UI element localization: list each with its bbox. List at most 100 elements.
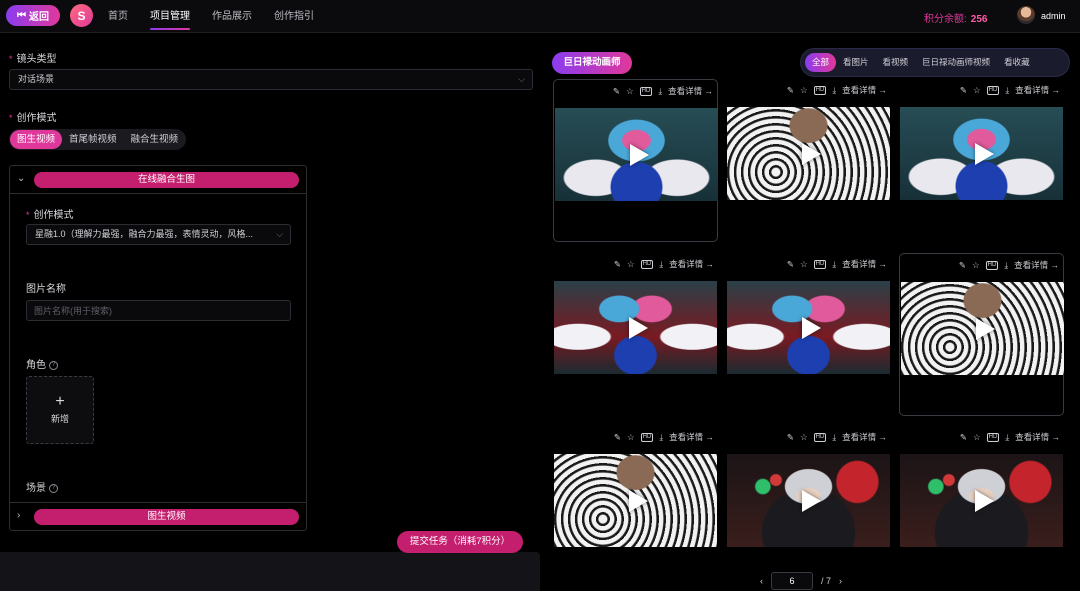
download-icon[interactable]: ⤓	[832, 432, 836, 443]
view-detail-link[interactable]: 查看详情 →	[668, 85, 713, 97]
nav-item[interactable]: 项目管理	[150, 0, 190, 33]
add-role-button[interactable]: + 新增	[26, 376, 94, 444]
video-thumbnail[interactable]	[900, 107, 1063, 200]
nav-item[interactable]: 创作指引	[274, 0, 314, 33]
help-icon[interactable]: ?	[49, 483, 58, 493]
image-name-input[interactable]	[26, 300, 291, 321]
filter-tab[interactable]: 巨日禄动画师视频	[915, 53, 997, 72]
play-icon[interactable]	[628, 489, 648, 512]
video-thumbnail[interactable]	[900, 454, 1063, 547]
mode-tab[interactable]: 首尾帧视频	[62, 130, 124, 149]
image-to-video-button[interactable]: 图生视频	[34, 509, 299, 525]
play-icon[interactable]	[975, 317, 995, 340]
view-detail-link[interactable]: 查看详情 →	[842, 84, 887, 96]
view-detail-link[interactable]: 查看详情 →	[1014, 259, 1059, 271]
view-detail-link[interactable]: 查看详情 →	[842, 431, 887, 443]
collapse-chevron-icon[interactable]: ⌄	[17, 173, 25, 184]
download-icon[interactable]: ⤓	[659, 432, 663, 443]
gallery-card[interactable]: ✎ ☆ HD ⤓ 查看详情 →	[899, 79, 1064, 242]
star-icon[interactable]: ☆	[627, 432, 635, 443]
edit-icon[interactable]: ✎	[787, 259, 794, 270]
video-thumbnail[interactable]	[554, 281, 717, 374]
edit-icon[interactable]: ✎	[787, 432, 794, 443]
star-icon[interactable]: ☆	[800, 85, 808, 96]
download-icon[interactable]: ⤓	[1004, 260, 1008, 271]
star-icon[interactable]: ☆	[800, 432, 808, 443]
view-detail-link[interactable]: 查看详情 →	[842, 258, 887, 270]
hd-icon[interactable]: HD	[813, 259, 827, 269]
username[interactable]: admin	[1041, 11, 1066, 21]
filter-tab[interactable]: 看图片	[836, 53, 876, 72]
nav-item[interactable]: 首页	[108, 0, 128, 33]
filter-tab[interactable]: 全部	[805, 53, 837, 72]
nav-item[interactable]: 作品展示	[212, 0, 252, 33]
view-detail-link[interactable]: 查看详情 →	[1015, 84, 1060, 96]
hd-icon[interactable]: HD	[986, 432, 1000, 442]
hd-icon[interactable]: HD	[640, 259, 654, 269]
hd-icon[interactable]: HD	[986, 85, 1000, 95]
edit-icon[interactable]: ✎	[959, 260, 966, 271]
download-icon[interactable]: ⤓	[1005, 432, 1009, 443]
avatar[interactable]	[1017, 6, 1035, 24]
view-detail-link[interactable]: 查看详情 →	[669, 431, 714, 443]
next-page-icon[interactable]: ›	[839, 576, 842, 586]
play-icon[interactable]	[801, 142, 821, 165]
page-input[interactable]	[771, 572, 813, 590]
edit-icon[interactable]: ✎	[614, 432, 621, 443]
view-detail-link[interactable]: 查看详情 →	[669, 258, 714, 270]
play-icon[interactable]	[974, 489, 994, 512]
mode-tab[interactable]: 融合生视频	[124, 130, 186, 149]
gallery-card[interactable]: ✎ ☆ HD ⤓ 查看详情 →	[553, 253, 718, 416]
video-thumbnail[interactable]	[901, 282, 1064, 375]
online-fusion-button[interactable]: 在线融合生图	[34, 172, 299, 188]
download-icon[interactable]: ⤓	[832, 85, 836, 96]
shot-type-select[interactable]: 对话场景 ⌵	[9, 69, 533, 90]
hd-icon[interactable]: HD	[813, 432, 827, 442]
star-icon[interactable]: ☆	[626, 86, 634, 97]
hd-icon[interactable]: HD	[639, 86, 653, 96]
submit-task-button[interactable]: 提交任务（消耗7积分）	[397, 531, 523, 553]
edit-icon[interactable]: ✎	[613, 86, 620, 97]
mode-tab[interactable]: 图生视频	[10, 130, 63, 149]
star-icon[interactable]: ☆	[627, 259, 635, 270]
hd-icon[interactable]: HD	[985, 260, 999, 270]
play-icon[interactable]	[628, 316, 648, 339]
video-thumbnail[interactable]	[727, 107, 890, 200]
filter-tab[interactable]: 看收藏	[997, 53, 1037, 72]
play-icon[interactable]	[801, 316, 821, 339]
inner-mode-select[interactable]: 星融1.0（理解力最强，融合力最强，表情灵动，风格... ⌵	[26, 224, 291, 245]
video-thumbnail[interactable]	[555, 108, 718, 201]
hd-icon[interactable]: HD	[813, 85, 827, 95]
gallery-card[interactable]: ✎ ☆ HD ⤓ 查看详情 →	[553, 79, 718, 242]
video-thumbnail[interactable]	[727, 454, 890, 547]
star-icon[interactable]: ☆	[973, 432, 981, 443]
back-button[interactable]: ⏮ 返回	[6, 5, 60, 26]
edit-icon[interactable]: ✎	[787, 85, 794, 96]
play-icon[interactable]	[801, 489, 821, 512]
gallery-card[interactable]: ✎ ☆ HD ⤓ 查看详情 →	[553, 426, 718, 589]
video-thumbnail[interactable]	[554, 454, 717, 547]
edit-icon[interactable]: ✎	[614, 259, 621, 270]
gallery-card[interactable]: ✎ ☆ HD ⤓ 查看详情 →	[726, 79, 891, 242]
star-icon[interactable]: ☆	[973, 85, 981, 96]
download-icon[interactable]: ⤓	[659, 259, 663, 270]
star-icon[interactable]: ☆	[800, 259, 808, 270]
gallery-card[interactable]: ✎ ☆ HD ⤓ 查看详情 →	[899, 426, 1064, 589]
prev-page-icon[interactable]: ‹	[760, 576, 763, 586]
edit-icon[interactable]: ✎	[960, 432, 967, 443]
play-icon[interactable]	[629, 143, 649, 166]
video-thumbnail[interactable]	[727, 281, 890, 374]
expand-chevron-icon[interactable]: ›	[17, 510, 20, 521]
hd-icon[interactable]: HD	[640, 432, 654, 442]
gallery-card[interactable]: ✎ ☆ HD ⤓ 查看详情 →	[726, 253, 891, 416]
filter-tab[interactable]: 看视频	[876, 53, 916, 72]
edit-icon[interactable]: ✎	[960, 85, 967, 96]
view-detail-link[interactable]: 查看详情 →	[1015, 431, 1060, 443]
gallery-card[interactable]: ✎ ☆ HD ⤓ 查看详情 →	[726, 426, 891, 589]
brand-badge[interactable]: 巨日禄动画师	[552, 52, 632, 74]
help-icon[interactable]: ?	[49, 360, 58, 370]
download-icon[interactable]: ⤓	[832, 259, 836, 270]
star-icon[interactable]: ☆	[972, 260, 980, 271]
gallery-card[interactable]: ✎ ☆ HD ⤓ 查看详情 →	[899, 253, 1064, 416]
download-icon[interactable]: ⤓	[658, 86, 662, 97]
